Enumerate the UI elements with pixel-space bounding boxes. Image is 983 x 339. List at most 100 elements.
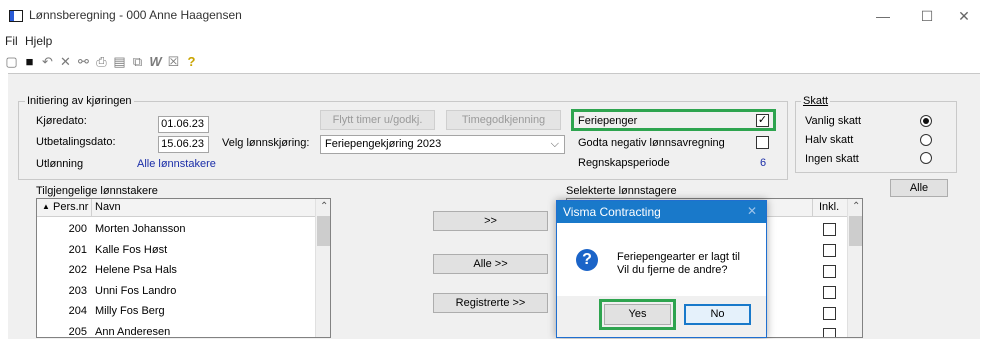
table-row[interactable]: 203 Unni Fos Landro (37, 281, 315, 302)
init-group-label: Initiering av kjøringen (25, 95, 134, 107)
godta-checkbox[interactable] (756, 136, 769, 149)
menu-hjelp[interactable]: Hjelp (25, 34, 52, 48)
table-row[interactable]: 200 Morten Johansson (37, 219, 315, 240)
question-icon: ? (576, 249, 598, 271)
chevron-down-icon: ⌵ (550, 138, 559, 150)
skatt-option-ingen: Ingen skatt (805, 153, 859, 165)
utlonning-label: Utlønning (36, 158, 84, 170)
print-icon[interactable]: ⎙ (94, 54, 109, 69)
velg-value: Feriepengekjøring 2023 (325, 138, 442, 150)
inkl-checkbox[interactable] (823, 307, 836, 320)
right-scrollbar[interactable]: ⌃ (847, 199, 862, 337)
menu-fil[interactable]: Fil (5, 34, 18, 48)
sort-asc-icon: ▲ (42, 202, 50, 211)
utbetaling-field[interactable]: 15.06.23 (158, 136, 209, 153)
preview-icon[interactable]: ▤ (112, 54, 127, 69)
left-list-label: Tilgjengelige lønnstakere (36, 185, 158, 197)
no-button[interactable]: No (684, 304, 751, 325)
copy-icon[interactable]: ⧉ (130, 54, 145, 69)
navn-cell: Milly Fos Berg (95, 305, 165, 317)
confirm-dialog: Visma Contracting ✕ ? Feriepengearter er… (556, 200, 767, 338)
dialog-message-line2: Vil du fjerne de andre? (617, 264, 728, 276)
save-icon[interactable]: ■ (22, 54, 37, 69)
help-icon[interactable]: ? (184, 54, 199, 69)
godta-label: Godta negativ lønnsavregning (578, 137, 725, 149)
velg-label: Velg lønnskjøring: (222, 137, 310, 149)
new-icon[interactable]: ▢ (4, 54, 19, 69)
pers-nr-cell: 204 (68, 305, 87, 317)
navn-cell: Unni Fos Landro (95, 284, 177, 297)
grid-header: ▲ Pers.nr Navn (37, 199, 315, 217)
ingen-skatt-radio[interactable] (920, 152, 932, 164)
app-icon (9, 10, 23, 22)
close-button[interactable]: ✕ (944, 4, 983, 28)
title-bar: Lønnsberegning - 000 Anne Haagensen — ☐ … (0, 0, 983, 31)
right-list-label: Selekterte lønnstagere (566, 185, 677, 197)
skatt-group-label: Skatt (801, 95, 831, 107)
halv-skatt-radio[interactable] (920, 134, 932, 146)
pers-nr-cell: 201 (68, 243, 87, 256)
yes-button[interactable]: Yes (604, 304, 671, 325)
pers-nr-cell: 202 (68, 264, 87, 276)
navn-cell: Morten Johansson (95, 223, 186, 235)
table-row[interactable]: 205 Ann Anderesen (37, 322, 315, 338)
word-icon[interactable]: W (148, 54, 163, 69)
utbetaling-label: Utbetalingsdato: (36, 136, 116, 148)
move-registered-button[interactable]: Registrerte >> (433, 293, 548, 313)
table-row[interactable]: 204 Milly Fos Berg (37, 301, 315, 322)
utlonning-link[interactable]: Alle lønnstakere (137, 158, 216, 170)
feriepenger-checkbox[interactable]: ✓ (756, 114, 769, 127)
vanlig-skatt-radio[interactable] (920, 115, 932, 127)
menu-bar: Fil Hjelp (0, 31, 983, 50)
scroll-up-icon[interactable]: ⌃ (852, 201, 860, 212)
navn-cell: Ann Anderesen (95, 325, 171, 338)
col-divider (812, 199, 813, 216)
flytt-timer-button[interactable]: Flytt timer u/godkj. (320, 110, 435, 130)
inkl-checkbox[interactable] (823, 223, 836, 236)
table-row[interactable]: 202 Helene Psa Hals (37, 260, 315, 281)
dialog-message-line1: Feriepengearter er lagt til (617, 251, 740, 263)
col-divider (91, 199, 92, 216)
table-row[interactable]: 201 Kalle Fos Høst (37, 240, 315, 261)
scroll-thumb[interactable] (317, 216, 330, 246)
col-pers-nr[interactable]: Pers.nr (53, 201, 88, 213)
maximize-button[interactable]: ☐ (907, 4, 947, 28)
inkl-checkbox[interactable] (823, 328, 836, 337)
delete-icon[interactable]: ✕ (58, 54, 73, 69)
scroll-thumb[interactable] (849, 216, 862, 246)
navn-cell: Kalle Fos Høst (95, 243, 168, 256)
inkl-checkbox[interactable] (823, 244, 836, 257)
timegodkjenning-button[interactable]: Timegodkjenning (446, 110, 561, 130)
move-selected-button[interactable]: >> (433, 211, 548, 231)
col-navn[interactable]: Navn (95, 201, 121, 213)
dialog-body: ? Feriepengearter er lagt til Vil du fje… (557, 223, 766, 296)
navn-cell: Helene Psa Hals (95, 264, 177, 276)
available-employees-grid[interactable]: ▲ Pers.nr Navn 200 Morten Johansson 201 Kal… (36, 198, 331, 338)
pers-nr-cell: 205 (68, 325, 87, 338)
inkl-checkbox[interactable] (823, 286, 836, 299)
left-scrollbar[interactable]: ⌃ (315, 199, 330, 337)
pers-nr-cell: 203 (68, 284, 87, 297)
kjoredato-label: Kjøredato: (36, 115, 87, 127)
dialog-title: Visma Contracting (557, 201, 766, 223)
scroll-up-icon[interactable]: ⌃ (320, 201, 328, 212)
kjoredato-field[interactable]: 01.06.23 (158, 116, 209, 133)
excel-icon[interactable]: ☒ (166, 54, 181, 69)
window-title: Lønnsberegning - 000 Anne Haagensen (29, 8, 242, 22)
col-inkl[interactable]: Inkl. (819, 201, 839, 213)
move-all-button[interactable]: Alle >> (433, 254, 548, 274)
grid-body: 200 Morten Johansson 201 Kalle Fos Høst 202 H… (37, 219, 315, 338)
skatt-option-vanlig: Vanlig skatt (805, 115, 862, 127)
inkl-checkbox[interactable] (823, 265, 836, 278)
regnskap-value: 6 (760, 157, 767, 169)
undo-icon[interactable]: ↶ (40, 54, 55, 69)
pers-nr-cell: 200 (68, 223, 87, 235)
skatt-alle-button[interactable]: Alle (890, 179, 948, 197)
velg-lonnskjoring-select[interactable]: Feriepengekjøring 2023 ⌵ (320, 135, 565, 154)
minimize-button[interactable]: — (863, 4, 903, 28)
feriepenger-label: Feriepenger (578, 115, 638, 127)
regnskap-label: Regnskapsperiode (578, 157, 670, 169)
skatt-option-halv: Halv skatt (805, 134, 854, 146)
dialog-close-icon[interactable]: ✕ (747, 204, 757, 218)
find-icon[interactable]: ⚯ (76, 54, 91, 69)
